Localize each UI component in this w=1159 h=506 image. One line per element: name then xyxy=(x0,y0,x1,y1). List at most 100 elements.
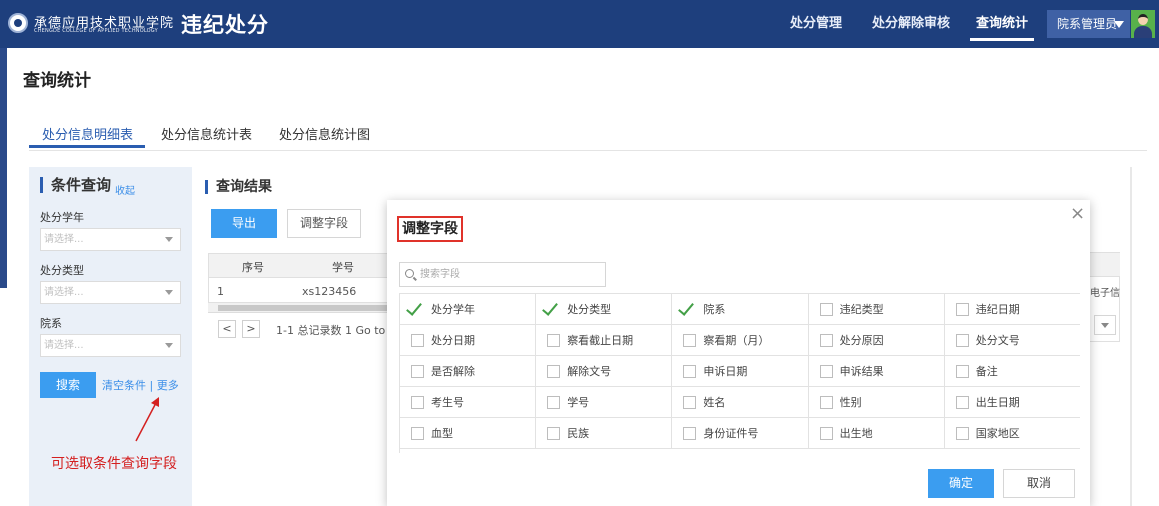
annotation-arrow-icon xyxy=(135,397,159,442)
field-checkbox[interactable]: 性别 xyxy=(808,387,945,418)
type-select-placeholder: 请选择... xyxy=(44,287,84,298)
adjust-fields-button[interactable]: 调整字段 xyxy=(287,209,361,238)
field-label-dept: 院系 xyxy=(40,317,62,330)
results-table: 序号 学号 1 xs123456 xyxy=(208,253,388,303)
chevron-down-icon xyxy=(165,343,173,348)
field-checkbox[interactable]: 处分文号 xyxy=(944,325,1080,356)
checkbox-icon xyxy=(955,365,969,378)
page-scrollbar[interactable] xyxy=(1130,167,1132,506)
field-checkbox[interactable]: 处分学年 xyxy=(400,294,537,325)
checkbox-icon xyxy=(547,334,561,347)
field-checkbox[interactable]: 申诉结果 xyxy=(808,356,945,387)
pager-info: 1-1 总记录数 1 Go to xyxy=(276,324,386,337)
field-checkbox[interactable]: 血型 xyxy=(400,418,537,449)
checkbox-icon xyxy=(547,396,561,409)
search-button[interactable]: 搜索 xyxy=(40,372,96,398)
close-icon[interactable]: × xyxy=(1070,205,1085,223)
search-icon xyxy=(405,269,414,278)
field-checkbox-grid: 处分学年 处分类型 院系 违纪类型 违纪日期处分日期 察看截止日期 察看期（月） 处分原因 处分… xyxy=(399,293,1080,453)
nav-removal-review[interactable]: 处分解除审核 xyxy=(872,0,950,48)
page-size-select[interactable] xyxy=(1094,315,1116,335)
field-checkbox[interactable]: 处分日期 xyxy=(400,325,537,356)
checkbox-icon xyxy=(819,303,833,316)
next-page-button[interactable]: > xyxy=(242,320,260,338)
filter-heading: 条件查询 xyxy=(40,177,111,193)
left-accent-strip xyxy=(0,48,7,288)
tabs-divider xyxy=(29,150,1147,151)
field-checkbox[interactable]: 违纪日期 xyxy=(944,294,1080,325)
tab-stat-table[interactable]: 处分信息统计表 xyxy=(161,124,252,143)
table-cell: 1 xyxy=(217,285,224,298)
field-checkbox-label: 学号 xyxy=(567,396,590,409)
horizontal-scrollbar[interactable] xyxy=(208,303,388,313)
page-title: 查询统计 xyxy=(23,71,91,91)
field-checkbox-label: 申诉日期 xyxy=(703,365,748,378)
field-checkbox[interactable]: 出生地 xyxy=(808,418,945,449)
field-label-year: 处分学年 xyxy=(40,211,84,224)
field-checkbox[interactable]: 察看截止日期 xyxy=(536,325,673,356)
field-checkbox[interactable]: 处分类型 xyxy=(536,294,673,325)
nav-punishment-management[interactable]: 处分管理 xyxy=(790,0,842,48)
field-checkbox-label: 院系 xyxy=(703,303,726,316)
checkbox-icon xyxy=(955,396,969,409)
field-checkbox[interactable]: 解除文号 xyxy=(536,356,673,387)
field-checkbox[interactable]: 出生日期 xyxy=(944,387,1080,418)
chevron-down-icon xyxy=(165,290,173,295)
cancel-button[interactable]: 取消 xyxy=(1003,469,1075,498)
field-checkbox[interactable]: 学号 xyxy=(536,387,673,418)
field-checkbox[interactable]: 考生号 xyxy=(400,387,537,418)
field-checkbox-label: 血型 xyxy=(431,427,453,440)
confirm-button[interactable]: 确定 xyxy=(928,469,994,498)
year-select-placeholder: 请选择... xyxy=(44,234,84,245)
field-checkbox[interactable]: 处分原因 xyxy=(808,325,945,356)
checkbox-icon xyxy=(955,427,969,440)
field-checkbox[interactable]: 违纪类型 xyxy=(808,294,945,325)
checkbox-icon xyxy=(819,334,833,347)
field-checkbox[interactable]: 院系 xyxy=(672,294,809,325)
tab-stat-chart[interactable]: 处分信息统计图 xyxy=(279,124,370,143)
field-search-placeholder: 搜索字段 xyxy=(420,269,460,280)
field-checkbox[interactable]: 民族 xyxy=(536,418,673,449)
field-search-input[interactable]: 搜索字段 xyxy=(399,262,606,287)
field-checkbox-label: 申诉结果 xyxy=(839,365,884,378)
field-checkbox[interactable]: 姓名 xyxy=(672,387,809,418)
field-checkbox-label: 处分原因 xyxy=(839,334,884,347)
clear-more-links[interactable]: 清空条件 | 更多 xyxy=(102,377,179,393)
field-checkbox[interactable]: 备注 xyxy=(944,356,1080,387)
user-name: 院系管理员 xyxy=(1057,17,1118,31)
field-checkbox-label: 身份证件号 xyxy=(703,427,759,440)
results-heading: 查询结果 xyxy=(205,180,272,194)
field-checkbox-label: 民族 xyxy=(567,427,590,440)
avatar[interactable] xyxy=(1131,10,1155,38)
checkbox-icon xyxy=(683,427,697,440)
school-name-en: CHENGDE COLLEGE OF APPLIED TECHNOLOGY xyxy=(34,28,158,34)
prev-page-button[interactable]: < xyxy=(218,320,236,338)
user-menu[interactable]: 院系管理员 xyxy=(1047,10,1130,38)
checkbox-icon xyxy=(411,365,424,378)
field-checkbox-label: 违纪类型 xyxy=(839,303,884,316)
field-checkbox-label: 出生地 xyxy=(839,427,873,440)
caret-down-icon xyxy=(1114,21,1124,28)
dept-select[interactable]: 请选择... xyxy=(40,334,181,357)
checkbox-icon xyxy=(955,303,969,316)
collapse-link[interactable]: 收起 xyxy=(115,182,135,197)
year-select[interactable]: 请选择... xyxy=(40,228,181,251)
field-checkbox-label: 姓名 xyxy=(703,396,726,409)
tab-detail-table[interactable]: 处分信息明细表 xyxy=(42,124,133,143)
checkbox-icon xyxy=(819,396,833,409)
nav-query-statistics[interactable]: 查询统计 xyxy=(969,0,1035,48)
field-checkbox[interactable]: 身份证件号 xyxy=(672,418,809,449)
export-button[interactable]: 导出 xyxy=(211,209,277,238)
table-cell: xs123456 xyxy=(302,285,357,298)
type-select[interactable]: 请选择... xyxy=(40,281,181,304)
checkbox-icon xyxy=(955,334,969,347)
field-checkbox[interactable]: 是否解除 xyxy=(400,356,537,387)
truncated-cell: 电子信 xyxy=(1090,288,1120,299)
pagination: < > 1-1 总记录数 1 Go to xyxy=(208,316,388,342)
field-checkbox-label: 处分学年 xyxy=(431,303,475,316)
field-checkbox-label: 考生号 xyxy=(431,396,464,409)
field-checkbox[interactable]: 申诉日期 xyxy=(672,356,809,387)
field-checkbox[interactable]: 国家地区 xyxy=(944,418,1080,449)
field-checkbox[interactable]: 察看期（月） xyxy=(672,325,809,356)
field-checkbox-label: 察看期（月） xyxy=(703,334,770,347)
